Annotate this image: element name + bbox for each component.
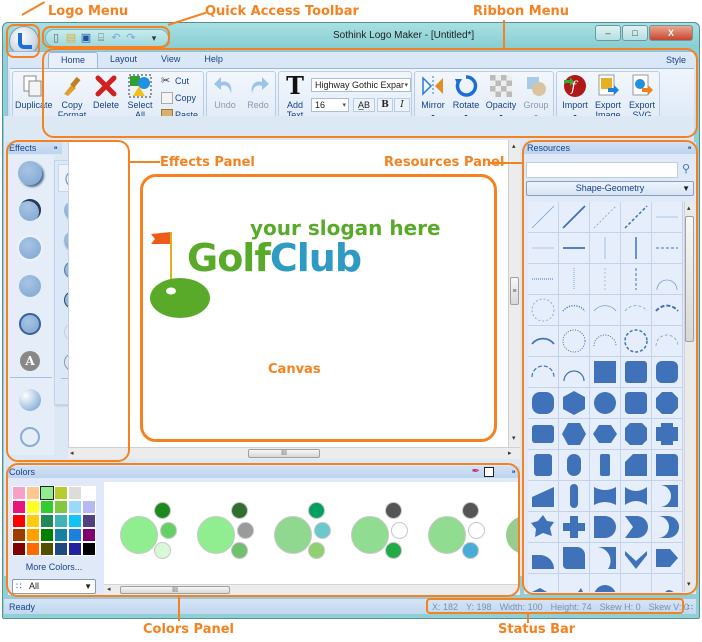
window-controls: ‒ □ X [595, 25, 693, 41]
resize-grip-icon[interactable]: ∷ [688, 603, 693, 612]
window-title: Sothink Logo Maker - [Untitled*] [333, 30, 475, 41]
annotation-effects-panel: Effects Panel [160, 155, 255, 170]
screenshot-root: ▯ ▤ ▣ ⌸ ↶ ↷ ▾ Sothink Logo Maker - [Unti… [0, 0, 702, 642]
status-ready: Ready [9, 602, 36, 612]
annotation-leader [490, 162, 524, 164]
annotation-qat-box [42, 26, 170, 48]
scroll-right-arrow[interactable]: ▸ [508, 449, 512, 457]
annotation-status-box [426, 598, 684, 614]
annotation-leader [178, 597, 180, 621]
annotation-logo-menu: Logo Menu [48, 4, 129, 19]
annotation-ribbon-box [42, 48, 698, 138]
annotation-logo-box [6, 24, 40, 58]
annotation-ribbon-menu: Ribbon Menu [473, 4, 570, 19]
canvas-vertical-scrollbar[interactable]: ▴ ≡ ▾ [508, 140, 520, 447]
annotation-effects-box [6, 140, 130, 462]
minimize-button[interactable]: ‒ [595, 25, 621, 41]
annotation-colors-box [6, 463, 520, 597]
vertical-scroll-thumb[interactable]: ≡ [510, 277, 519, 305]
annotation-leader [21, 1, 46, 16]
annotation-leader [130, 161, 160, 163]
close-button[interactable]: X [649, 25, 693, 41]
annotation-resources-box [522, 140, 698, 595]
scroll-up-arrow[interactable]: ▴ [512, 142, 516, 150]
annotation-canvas: Canvas [268, 362, 321, 377]
annotation-resources-panel: Resources Panel [384, 155, 505, 170]
scroll-down-arrow[interactable]: ▾ [512, 434, 516, 442]
horizontal-scroll-thumb[interactable]: III [248, 449, 320, 458]
annotation-status-bar: Status Bar [498, 622, 576, 637]
annotation-quick-access: Quick Access Toolbar [205, 4, 359, 19]
annotation-colors-panel: Colors Panel [143, 622, 235, 637]
annotation-leader [503, 20, 505, 50]
annotation-canvas-box [140, 174, 497, 442]
canvas-horizontal-scrollbar[interactable]: ◂ III ▸ [68, 447, 520, 459]
maximize-button[interactable]: □ [622, 25, 648, 41]
